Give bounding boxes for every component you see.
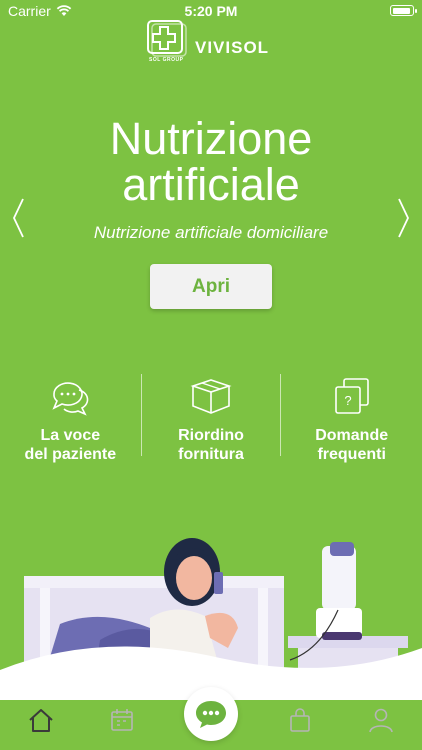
- vivisol-logo: VIVISOL: [147, 20, 269, 58]
- tab-chat[interactable]: [183, 687, 238, 741]
- feature-label: Domande frequenti: [315, 427, 389, 463]
- hero-title: Nutrizione artificiale: [0, 116, 422, 208]
- tab-bag[interactable]: [280, 700, 320, 740]
- tab-home[interactable]: [21, 700, 61, 740]
- box-icon: [190, 379, 232, 414]
- question-cards-icon: ?: [334, 378, 369, 414]
- feature-patient-voice[interactable]: La voce del paziente: [0, 374, 141, 474]
- tab-profile[interactable]: [361, 700, 401, 740]
- feature-faq[interactable]: ? Domande frequenti: [281, 374, 422, 474]
- hero-title-line1: Nutrizione: [109, 113, 313, 164]
- next-arrow-icon[interactable]: [396, 197, 412, 239]
- open-button[interactable]: Apri: [150, 264, 272, 309]
- home-icon: [29, 709, 53, 732]
- feature-shortcuts: La voce del paziente Riordino fornitura …: [0, 374, 422, 474]
- status-bar: Carrier 5:20 PM: [0, 0, 422, 22]
- feature-label: La voce del paziente: [24, 427, 117, 463]
- feature-label: Riordino fornitura: [178, 427, 244, 463]
- sol-group-label: SOL GROUP: [149, 57, 184, 63]
- user-icon: [369, 708, 393, 733]
- hero-title-line2: artificiale: [122, 159, 300, 210]
- brand-name: VIVISOL: [195, 38, 270, 57]
- speech-bubble-icon: [52, 382, 89, 416]
- chat-icon: [195, 701, 226, 728]
- feature-supply-reorder[interactable]: Riordino fornitura: [140, 374, 282, 474]
- battery-icon: [390, 5, 417, 16]
- svg-text:?: ?: [344, 393, 351, 408]
- bag-icon: [289, 708, 310, 732]
- calendar-icon: [111, 709, 134, 731]
- hero-subtitle: Nutrizione artificiale domiciliare: [93, 223, 329, 242]
- vivisol-cross-icon: [147, 20, 187, 57]
- status-time: 5:20 PM: [184, 3, 238, 19]
- previous-arrow-icon[interactable]: [10, 197, 26, 239]
- tab-bar: [0, 687, 422, 750]
- patient-illustration: [0, 538, 422, 700]
- tab-calendar[interactable]: [102, 700, 142, 740]
- divider: [140, 374, 142, 456]
